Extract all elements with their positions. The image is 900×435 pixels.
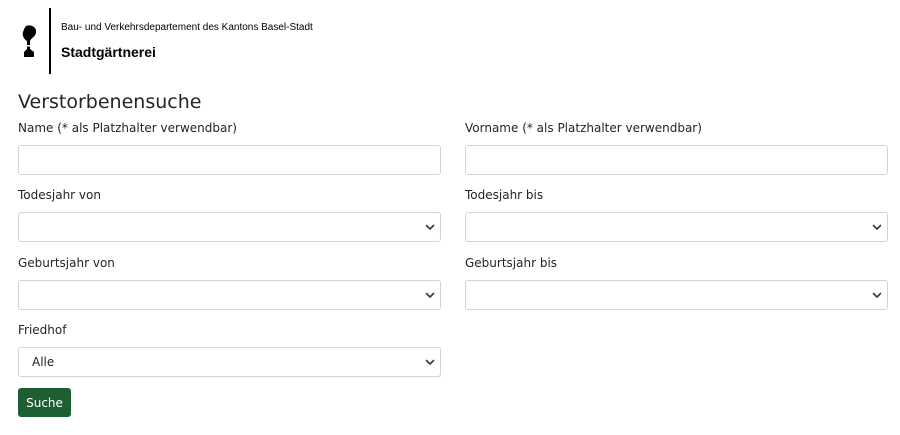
- geburtsjahr-bis-field-group: Geburtsjahr bis: [465, 256, 888, 310]
- geburtsjahr-bis-select[interactable]: [465, 280, 888, 310]
- todesjahr-bis-field-group: Todesjahr bis: [465, 188, 888, 242]
- name-field-group: Name (* als Platzhalter verwendbar): [18, 121, 441, 175]
- todesjahr-bis-label: Todesjahr bis: [465, 188, 544, 202]
- friedhof-selected: Alle: [32, 355, 55, 369]
- geburtsjahr-von-field-group: Geburtsjahr von: [18, 256, 441, 310]
- department-name: Bau- und Verkehrsdepartement des Kantons…: [61, 22, 313, 33]
- vorname-input[interactable]: [465, 145, 888, 175]
- todesjahr-von-field-group: Todesjahr von: [18, 188, 441, 242]
- geburtsjahr-bis-label: Geburtsjahr bis: [465, 256, 558, 270]
- todesjahr-bis-select[interactable]: [465, 212, 888, 242]
- name-input[interactable]: [18, 145, 441, 175]
- chevron-down-icon: [872, 224, 882, 230]
- todesjahr-von-select[interactable]: [18, 212, 441, 242]
- todesjahr-von-label: Todesjahr von: [18, 188, 101, 202]
- search-button[interactable]: Suche: [18, 388, 71, 417]
- chevron-down-icon: [425, 359, 435, 365]
- chevron-down-icon: [425, 224, 435, 230]
- friedhof-select[interactable]: Alle: [18, 347, 441, 377]
- friedhof-field-group: Friedhof Alle: [18, 323, 441, 377]
- unit-name: Stadtgärtnerei: [61, 44, 156, 60]
- friedhof-label: Friedhof: [18, 323, 67, 337]
- basel-logo-icon: [16, 8, 44, 74]
- page-title: Verstorbenensuche: [18, 91, 202, 113]
- chevron-down-icon: [425, 292, 435, 298]
- name-label: Name (* als Platzhalter verwendbar): [18, 121, 237, 135]
- geburtsjahr-von-label: Geburtsjahr von: [18, 256, 115, 270]
- vorname-label: Vorname (* als Platzhalter verwendbar): [465, 121, 702, 135]
- chevron-down-icon: [872, 292, 882, 298]
- vorname-field-group: Vorname (* als Platzhalter verwendbar): [465, 121, 888, 175]
- site-header: Bau- und Verkehrsdepartement des Kantons…: [16, 8, 313, 74]
- geburtsjahr-von-select[interactable]: [18, 280, 441, 310]
